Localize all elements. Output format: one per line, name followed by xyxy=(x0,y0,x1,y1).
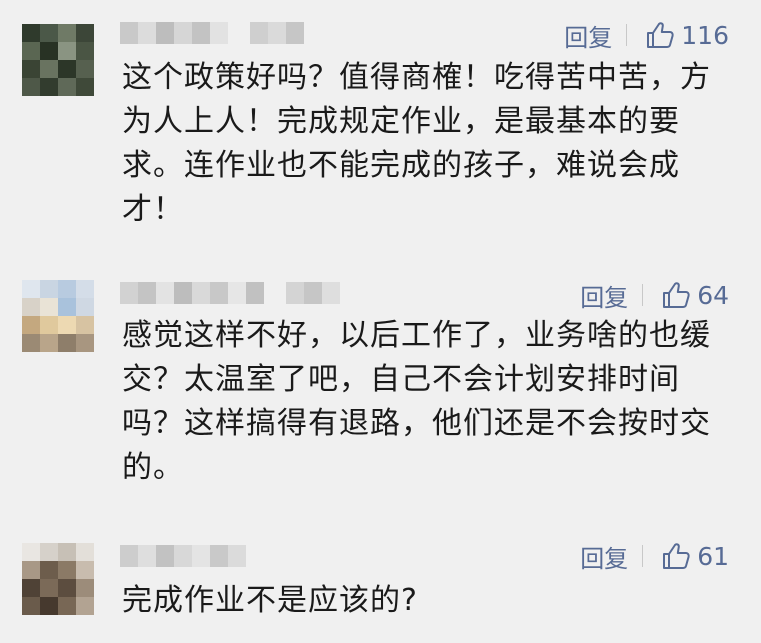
reply-button[interactable]: 回复 xyxy=(580,539,628,574)
comment-text: 完成作业不是应该的? xyxy=(122,583,418,618)
username-blurred[interactable] xyxy=(120,22,304,44)
like-button[interactable]: 61 xyxy=(661,541,729,571)
like-count: 61 xyxy=(697,541,729,571)
username-blurred[interactable] xyxy=(120,282,340,304)
divider xyxy=(626,24,628,46)
comment-text: 这个政策好吗？值得商榷！吃得苦中苦，方 为人上人！完成规定作业，是最基本的要 求… xyxy=(122,60,711,227)
comment-actions: 回复 64 xyxy=(580,278,729,313)
divider xyxy=(642,545,644,567)
thumbs-up-icon xyxy=(647,22,674,48)
divider xyxy=(642,284,644,306)
reply-button[interactable]: 回复 xyxy=(564,18,612,53)
like-count: 116 xyxy=(681,20,729,50)
reply-button[interactable]: 回复 xyxy=(580,278,628,313)
like-count: 64 xyxy=(697,280,729,310)
comment-item: 回复 64 感觉这样不好，以后工作了，业务啥的也缓 交？太温室了吧，自己不会计划… xyxy=(0,250,761,515)
thumbs-up-icon xyxy=(663,282,690,308)
comment-actions: 回复 116 xyxy=(564,18,729,53)
avatar[interactable] xyxy=(22,543,94,615)
comment-actions: 回复 61 xyxy=(580,539,729,574)
username-blurred[interactable] xyxy=(120,545,246,567)
comment-item: 回复 61 完成作业不是应该的? xyxy=(0,515,761,643)
comment-text: 感觉这样不好，以后工作了，业务啥的也缓 交？太温室了吧，自己不会计划安排时间 吗… xyxy=(122,318,711,485)
comment-item: 回复 116 这个政策好吗？值得商榷！吃得苦中苦，方 为人上人！完成规定作业，是… xyxy=(0,0,761,250)
avatar[interactable] xyxy=(22,24,94,96)
avatar[interactable] xyxy=(22,280,94,352)
like-button[interactable]: 116 xyxy=(645,20,729,50)
like-button[interactable]: 64 xyxy=(661,280,729,310)
thumbs-up-icon xyxy=(663,543,690,569)
comment-list: 回复 116 这个政策好吗？值得商榷！吃得苦中苦，方 为人上人！完成规定作业，是… xyxy=(0,0,761,643)
